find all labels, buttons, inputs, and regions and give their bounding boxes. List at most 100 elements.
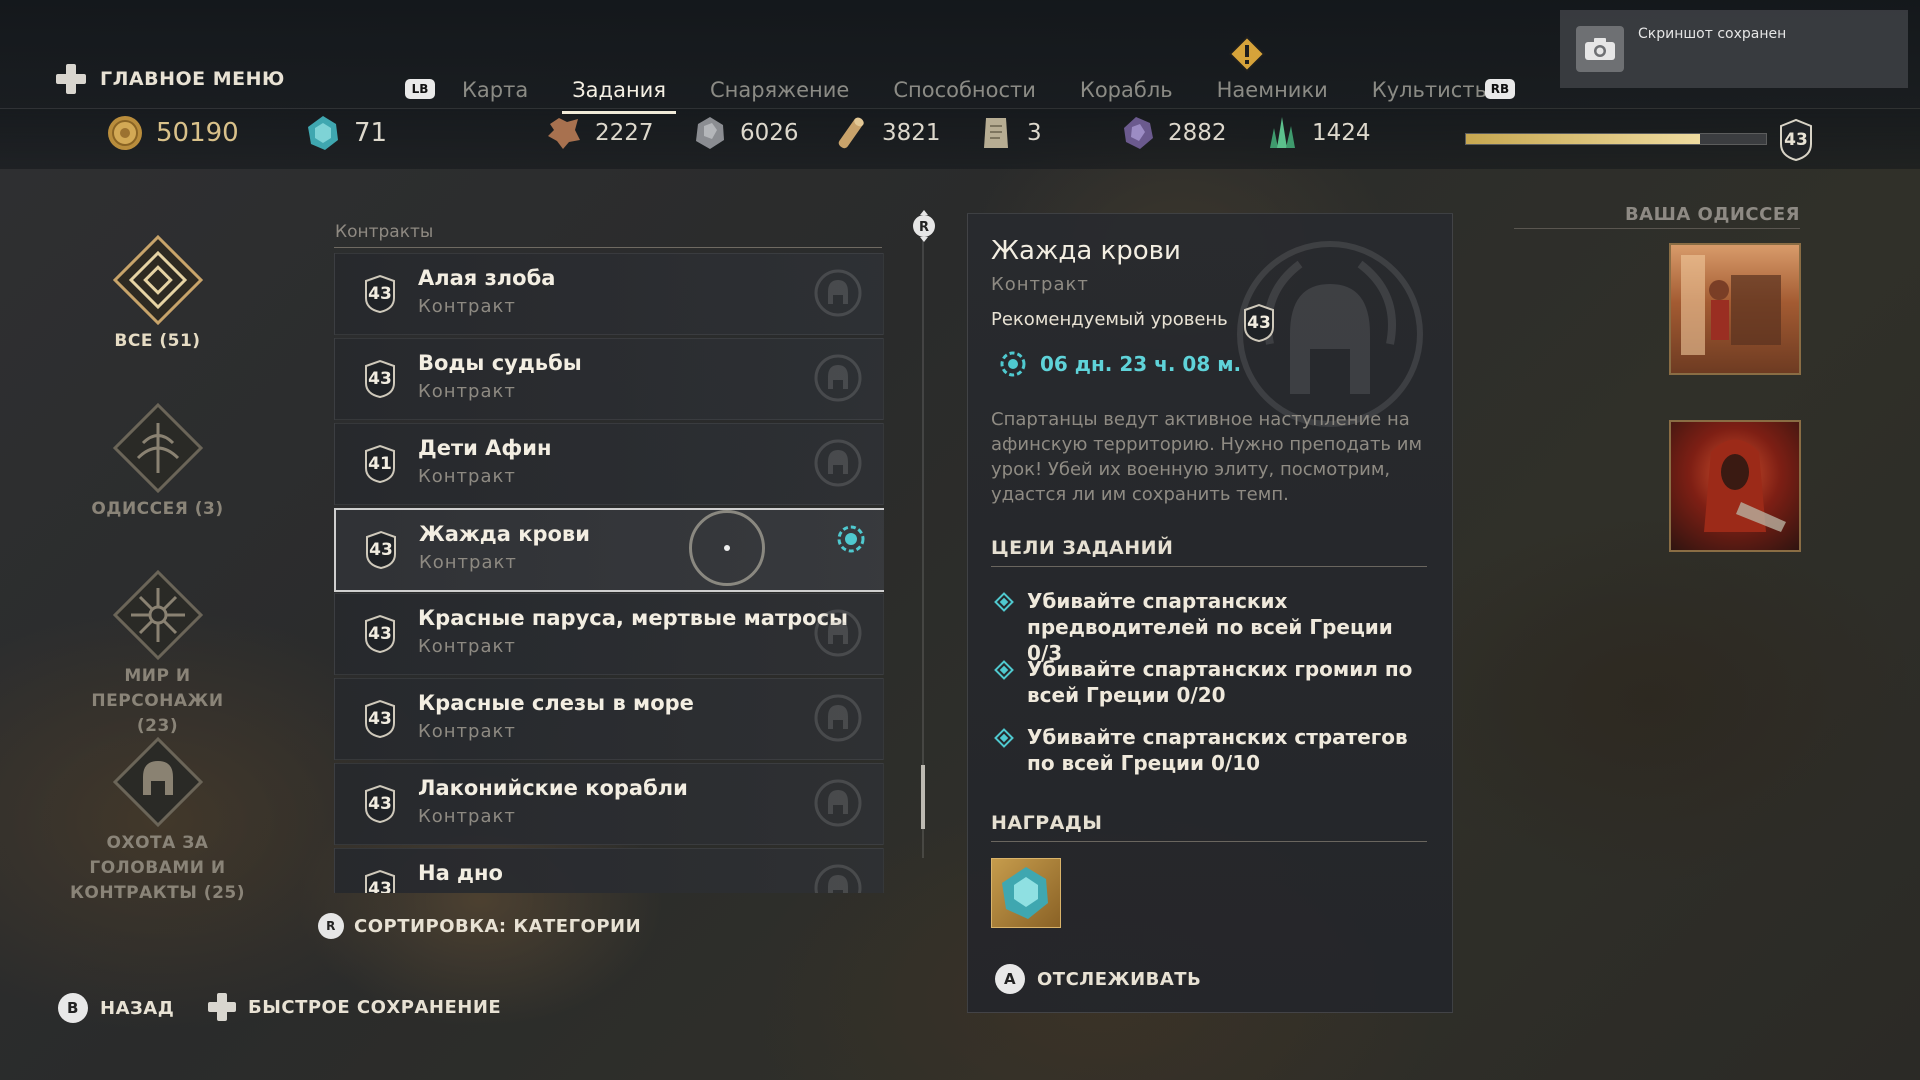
- quest-type: Контракт: [418, 721, 516, 742]
- track-quest-button[interactable]: A ОТСЛЕЖИВАТЬ: [995, 964, 1201, 994]
- crystals-counter: 1424: [1262, 114, 1371, 152]
- quest-item[interactable]: 43 На дно: [334, 848, 884, 893]
- category-odyssey[interactable]: ОДИССЕЯ (3): [70, 402, 245, 522]
- quest-level-badge: 41: [363, 444, 397, 484]
- quest-item[interactable]: 43 Воды судьбы Контракт: [334, 338, 884, 420]
- helmet-emblem-icon: [814, 354, 862, 402]
- quest-item[interactable]: 43 Красные слезы в море Контракт: [334, 678, 884, 760]
- obsidian-value: 2882: [1168, 120, 1227, 146]
- leather-value: 2227: [595, 120, 654, 146]
- tracked-quest-icon: [837, 525, 865, 553]
- odyssey-card-character[interactable]: [1669, 420, 1801, 552]
- right-stick-scroll-icon: R: [913, 210, 935, 242]
- quest-level-badge: 43: [363, 614, 397, 654]
- main-menu-button[interactable]: ГЛАВНОЕ МЕНЮ: [56, 64, 285, 94]
- crystals-value: 1424: [1312, 120, 1371, 146]
- orichalcum-counter: 71: [304, 114, 387, 152]
- quest-item[interactable]: 43 Алая злоба Контракт: [334, 253, 884, 335]
- drachma-coin-icon: [108, 116, 142, 150]
- odyssey-card-scene[interactable]: [1669, 243, 1801, 375]
- tab-inventory[interactable]: Снаряжение: [688, 72, 871, 114]
- quest-item[interactable]: 43 Красные паруса, мертвые матросы Контр…: [334, 593, 884, 675]
- wood-icon: [838, 117, 864, 149]
- divider: [334, 247, 882, 248]
- quest-type: Контракт: [418, 806, 516, 827]
- crystal-icon: [1270, 117, 1295, 148]
- helmet-emblem-icon: [814, 269, 862, 317]
- svg-text:R: R: [919, 220, 929, 235]
- world-icon: [112, 569, 203, 661]
- tab-abilities[interactable]: Способности: [871, 72, 1058, 114]
- tab-bar: Карта Задания Снаряжение Способности Кор…: [440, 72, 1513, 114]
- quest-name: Воды судьбы: [418, 351, 582, 375]
- quest-item-selected[interactable]: 43 Жажда крови Контракт: [334, 508, 884, 592]
- iron-ore-icon: [696, 117, 724, 149]
- objective-diamond-icon: [994, 592, 1014, 612]
- tab-map[interactable]: Карта: [440, 72, 550, 114]
- main-menu-label: ГЛАВНОЕ МЕНЮ: [100, 68, 285, 90]
- helmet-emblem-icon: [814, 609, 862, 657]
- drachmae-value: 50190: [156, 118, 239, 148]
- back-label: НАЗАД: [100, 997, 175, 1019]
- quest-level-badge: 43: [363, 359, 397, 399]
- helmet-emblem-icon: [814, 439, 862, 487]
- category-world-label: МИР И ПЕРСОНАЖИ (23): [91, 666, 224, 736]
- quest-level-badge: 43: [364, 530, 398, 570]
- lb-button[interactable]: LB: [405, 79, 435, 99]
- helmet-emblem-icon: [814, 694, 862, 742]
- quest-name: Лаконийские корабли: [418, 776, 688, 800]
- dpad-icon: [56, 64, 86, 94]
- category-bounties[interactable]: ОХОТА ЗА ГОЛОВАМИ И КОНТРАКТЫ (25): [70, 736, 245, 906]
- tab-ship[interactable]: Корабль: [1058, 72, 1195, 114]
- scrollbar-thumb[interactable]: [921, 765, 925, 829]
- leather-icon: [548, 118, 580, 149]
- reward-item[interactable]: [991, 858, 1061, 928]
- divider: [991, 566, 1427, 567]
- divider: [1514, 228, 1800, 229]
- recommended-level-label: Рекомендуемый уровень: [991, 309, 1228, 330]
- timer-text: 06 дн. 23 ч. 08 м.: [1040, 352, 1242, 376]
- helmet-emblem-icon: [814, 779, 862, 827]
- category-world[interactable]: МИР И ПЕРСОНАЖИ (23): [70, 569, 245, 739]
- screenshot-toast: Скриншот сохранен: [1560, 10, 1908, 88]
- bounty-icon: [112, 736, 203, 828]
- quest-type: Контракт: [418, 381, 516, 402]
- ancient-tablet-icon: [984, 118, 1008, 148]
- rb-button[interactable]: RB: [1485, 79, 1515, 99]
- quicksave-button[interactable]: БЫСТРОЕ СОХРАНЕНИЕ: [208, 993, 501, 1021]
- orichalcum-icon: [308, 116, 338, 150]
- odyssey-header: ВАША ОДИССЕЯ: [1624, 204, 1800, 225]
- obsidian-counter: 2882: [1118, 114, 1227, 152]
- orichalcum-icon: [1002, 867, 1048, 919]
- tab-mercenaries[interactable]: Наемники: [1195, 72, 1350, 114]
- quest-type: Контракт: [419, 552, 517, 573]
- quest-level-badge: 43: [363, 869, 397, 893]
- player-level-badge: 43: [1778, 118, 1814, 162]
- b-button-icon: B: [58, 993, 88, 1023]
- objective-item: Убивайте спартанских предводителей по вс…: [991, 588, 1431, 666]
- player-level-value: 43: [1784, 130, 1808, 150]
- quest-item[interactable]: 43 Лаконийские корабли Контракт: [334, 763, 884, 845]
- objective-item: Убивайте спартанских стратегов по всей Г…: [991, 724, 1431, 776]
- category-all-label: ВСЕ (51): [114, 331, 201, 351]
- toast-text: Скриншот сохранен: [1638, 26, 1787, 42]
- category-all[interactable]: ВСЕ (51): [70, 234, 245, 354]
- orichalcum-value: 71: [354, 118, 388, 148]
- quest-name: На дно: [418, 861, 503, 885]
- tab-quests[interactable]: Задания: [550, 72, 688, 114]
- xp-progress-fill: [1466, 134, 1700, 144]
- a-button-icon: A: [995, 964, 1025, 994]
- list-section-header: Контракты: [335, 222, 434, 242]
- objectives-header: ЦЕЛИ ЗАДАНИЙ: [991, 537, 1174, 559]
- drachmae-counter: 50190: [106, 114, 239, 152]
- quest-type: Контракт: [418, 466, 516, 487]
- odyssey-icon: [112, 402, 203, 494]
- quest-item[interactable]: 41 Дети Афин Контракт: [334, 423, 884, 505]
- sort-button[interactable]: R СОРТИРОВКА: КАТЕГОРИИ: [318, 913, 641, 939]
- iron-counter: 6026: [690, 114, 799, 152]
- objective-diamond-icon: [994, 660, 1014, 680]
- mercenary-warning-icon: [1229, 36, 1265, 72]
- r-stick-icon: R: [318, 913, 344, 939]
- quest-list: 43 Алая злоба Контракт 43 Воды судьбы Ко…: [334, 253, 884, 893]
- back-button[interactable]: B НАЗАД: [58, 993, 174, 1023]
